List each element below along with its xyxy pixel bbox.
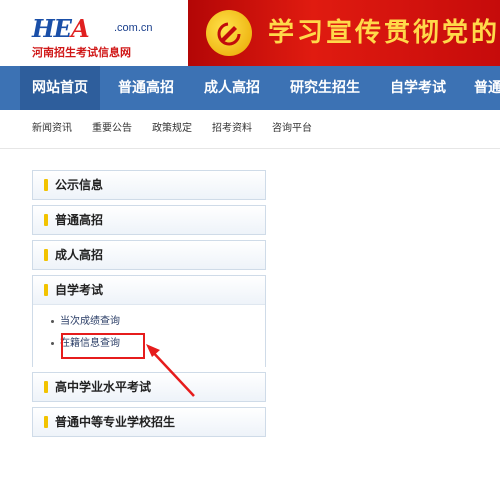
- menu-head: 普通高招: [33, 206, 265, 234]
- logo-mark-text: HE: [32, 14, 72, 43]
- menu-label: 公示信息: [55, 178, 104, 192]
- main-nav-home[interactable]: 网站首页: [20, 66, 100, 110]
- sub-nav-materials[interactable]: 招考资料: [212, 110, 252, 148]
- header-banner: 学习宣传贯彻党的: [188, 0, 500, 66]
- logo-subtitle: 河南招生考试信息网: [32, 46, 131, 59]
- menu-public-info[interactable]: 公示信息: [32, 170, 266, 200]
- logo-domain: .com.cn: [114, 22, 153, 34]
- menu-label: 高中学业水平考试: [55, 380, 152, 394]
- menu-marker-icon: [44, 249, 48, 261]
- bullet-icon: [51, 319, 54, 323]
- sub-nav-consult[interactable]: 咨询平台: [272, 110, 312, 148]
- main-nav-self-study[interactable]: 自学考试: [390, 66, 446, 110]
- banner-text: 学习宣传贯彻党的: [268, 18, 500, 48]
- sub-nav-news[interactable]: 新闻资讯: [32, 110, 72, 148]
- site-header: HEA .com.cn 河南招生考试信息网 学习宣传贯彻党的: [0, 0, 500, 66]
- logo-mark-accent: A: [70, 14, 90, 43]
- sub-nav-policies[interactable]: 政策规定: [152, 110, 192, 148]
- menu-marker-icon: [44, 214, 48, 226]
- main-nav-regular-admission[interactable]: 普通高招: [118, 66, 174, 110]
- main-nav: 网站首页 普通高招 成人高招 研究生招生 自学考试 普通: [0, 66, 500, 110]
- main-nav-adult-admission[interactable]: 成人高招: [204, 66, 260, 110]
- bullet-icon: [51, 341, 54, 345]
- logo-mark: HEA: [32, 14, 90, 43]
- menu-marker-icon: [44, 381, 48, 393]
- menu-head: 成人高招: [33, 241, 265, 269]
- site-logo[interactable]: HEA .com.cn 河南招生考试信息网: [28, 8, 188, 60]
- annotation-highlight-box: [61, 333, 145, 359]
- main-nav-secondary[interactable]: 普通: [474, 66, 500, 110]
- menu-adult-admission[interactable]: 成人高招: [32, 240, 266, 270]
- menu-head: 普通中等专业学校招生: [33, 408, 265, 436]
- sub-link-label: 当次成绩查询: [60, 316, 120, 327]
- menu-label: 普通中等专业学校招生: [55, 415, 176, 429]
- menu-head: 自学考试: [33, 276, 265, 305]
- sub-link-score-query[interactable]: 当次成绩查询: [51, 314, 120, 330]
- menu-marker-icon: [44, 179, 48, 191]
- sub-nav-announcements[interactable]: 重要公告: [92, 110, 132, 148]
- menu-head: 公示信息: [33, 171, 265, 199]
- party-emblem-icon: [206, 10, 252, 56]
- menu-label: 自学考试: [55, 283, 104, 297]
- sub-nav: 新闻资讯 重要公告 政策规定 招考资料 咨询平台: [0, 110, 500, 149]
- main-nav-graduate[interactable]: 研究生招生: [290, 66, 360, 110]
- menu-regular-admission[interactable]: 普通高招: [32, 205, 266, 235]
- menu-label: 成人高招: [55, 248, 104, 262]
- menu-secondary-vocational[interactable]: 普通中等专业学校招生: [32, 407, 266, 437]
- menu-label: 普通高招: [55, 213, 104, 227]
- menu-head: 高中学业水平考试: [33, 373, 265, 401]
- menu-marker-icon: [44, 416, 48, 428]
- menu-academic-proficiency[interactable]: 高中学业水平考试: [32, 372, 266, 402]
- menu-marker-icon: [44, 284, 48, 296]
